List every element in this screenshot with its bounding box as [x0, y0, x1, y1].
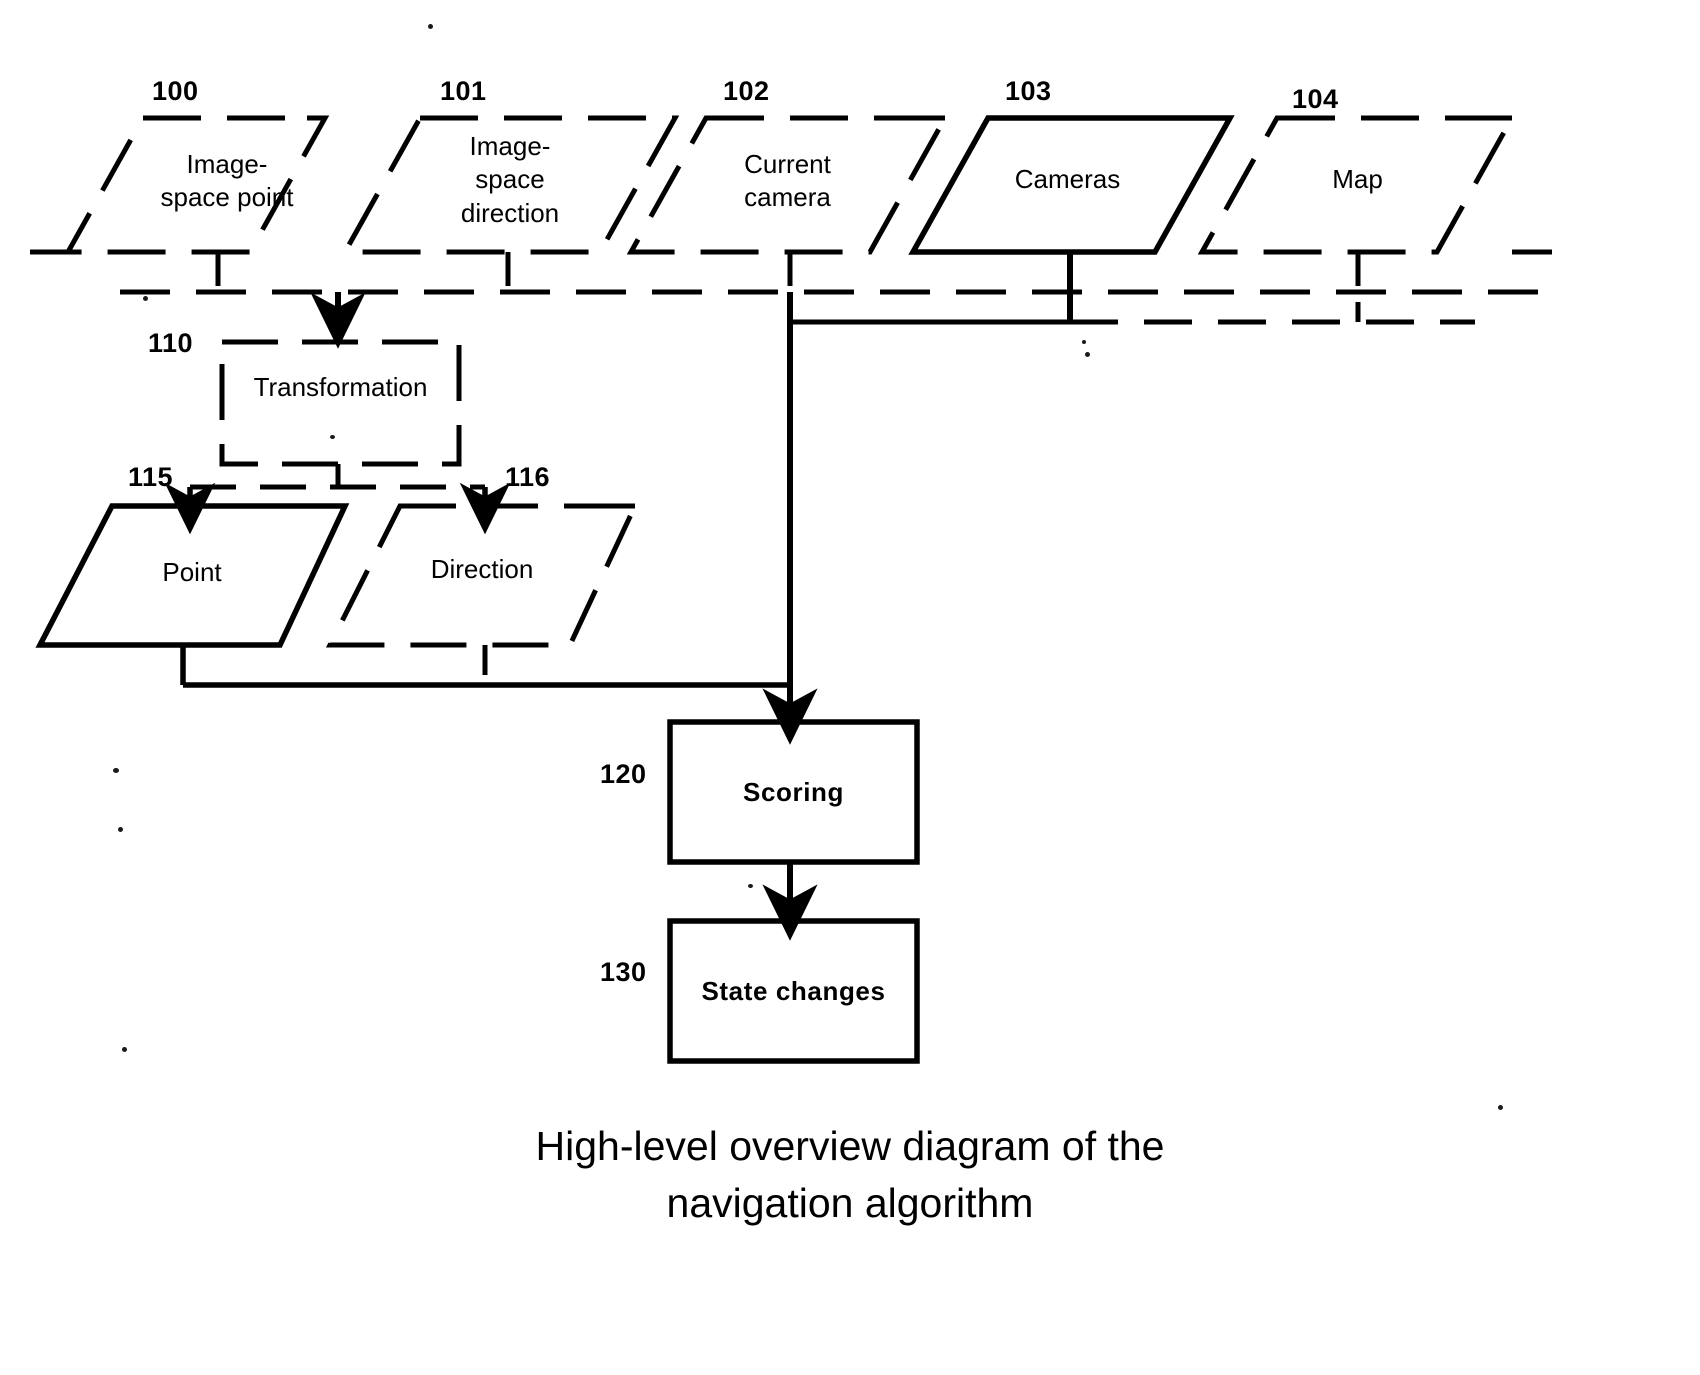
- figure-caption: High-level overview diagram of the navig…: [535, 1123, 1165, 1226]
- node-103-shape: [908, 115, 1235, 255]
- node-120-shape: [667, 719, 920, 865]
- node-104-shape: [1197, 115, 1517, 255]
- scan-speck: [330, 435, 335, 439]
- ref-num-130: 130: [600, 957, 647, 987]
- scan-speck: [1082, 340, 1086, 344]
- ref-num-110: 110: [148, 328, 194, 358]
- node-116-shape: [325, 503, 639, 648]
- ref-num-120: 120: [600, 759, 647, 789]
- scan-speck: [143, 296, 148, 301]
- scan-speck: [748, 884, 753, 888]
- ref-num-115: 115: [128, 462, 174, 492]
- node-130-shape: [667, 918, 920, 1064]
- ref-num-102: 102: [723, 76, 770, 106]
- figure-canvas: 100 101 102 103 104 110 115 116 120 130 …: [0, 0, 1700, 1375]
- ref-num-104: 104: [1292, 84, 1339, 114]
- scan-speck: [122, 1047, 127, 1052]
- node-100-shape: [63, 115, 330, 255]
- ref-num-103: 103: [1005, 76, 1052, 106]
- ref-num-101: 101: [440, 76, 487, 106]
- scan-speck: [428, 24, 433, 29]
- scan-speck: [113, 768, 119, 773]
- node-110-shape: [219, 339, 462, 467]
- scan-speck: [1085, 352, 1090, 357]
- ref-num-100: 100: [152, 76, 199, 106]
- node-101-shape: [340, 115, 680, 255]
- node-102-shape: [626, 115, 950, 255]
- scan-speck: [118, 827, 123, 832]
- scan-speck: [1498, 1105, 1503, 1110]
- ref-num-116: 116: [505, 462, 551, 492]
- node-115-shape: [35, 503, 350, 648]
